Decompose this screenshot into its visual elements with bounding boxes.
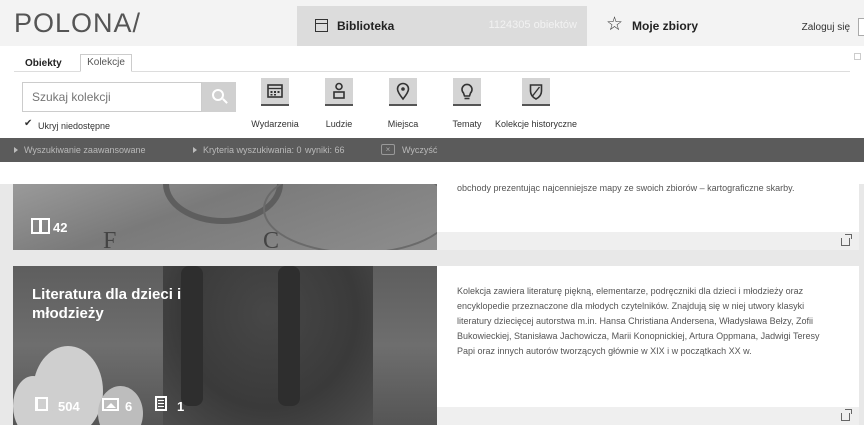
search-criteria[interactable]: Kryteria wyszukiwania: 0 <box>203 145 302 155</box>
category-icon-box <box>325 78 353 106</box>
filter-bar: Wyszukiwanie zaawansowane Kryteria wyszu… <box>0 138 864 162</box>
collection-card-description: Kolekcja zawiera literaturę piękną, elem… <box>437 266 859 407</box>
clear-button[interactable]: Wyczyść <box>402 145 437 155</box>
photo-decoration <box>278 266 300 406</box>
tab-obiekty[interactable]: Obiekty <box>25 58 62 69</box>
calendar-icon <box>267 84 283 98</box>
login-link[interactable]: Zaloguj się <box>802 22 850 33</box>
collection-card-footer <box>437 407 859 425</box>
results-count: wyniki: 66 <box>305 145 345 155</box>
corner-toggle[interactable] <box>854 53 861 60</box>
map-decoration: F <box>103 228 117 250</box>
document-icon <box>155 396 167 411</box>
category-kolekcje-historyczne[interactable]: Kolekcje historyczne <box>495 78 577 129</box>
person-icon <box>333 82 345 99</box>
collection-description: Kolekcja zawiera literaturę piękną, elem… <box>457 286 820 356</box>
hide-unavailable-label: Ukryj niedostępne <box>38 121 111 131</box>
category-icon-box <box>389 78 417 106</box>
book-count: 504 <box>58 399 80 414</box>
category-ludzie[interactable]: Ludzie <box>325 78 353 129</box>
library-icon <box>315 19 328 32</box>
tab-biblioteka[interactable]: Biblioteka 1124305 obiektów <box>297 6 587 46</box>
collection-description: obchody prezentując najcenniejsze mapy z… <box>457 183 795 193</box>
hide-unavailable-checkbox[interactable]: ✔ <box>24 119 32 129</box>
category-miejsca[interactable]: Miejsca <box>388 78 418 129</box>
image-icon <box>102 398 119 411</box>
tab-moje-zbiory[interactable]: ☆ Moje zbiory Zaloguj się <box>588 6 864 46</box>
card-gap <box>0 250 864 266</box>
category-label: Ludzie <box>325 119 353 129</box>
star-icon: ☆ <box>606 14 624 35</box>
chevron-right-icon <box>193 147 197 153</box>
share-icon[interactable] <box>841 409 852 421</box>
category-wydarzenia[interactable]: Wydarzenia <box>251 78 299 129</box>
tab-kolekcje[interactable]: Kolekcje <box>80 54 132 72</box>
search-input[interactable] <box>22 82 202 112</box>
book-icon <box>35 397 48 411</box>
tab-biblioteka-label: Biblioteka <box>337 19 395 33</box>
map-decoration <box>263 184 437 250</box>
clear-icon[interactable]: × <box>381 144 395 155</box>
category-label: Miejsca <box>387 119 419 129</box>
top-header: POLONA/ Biblioteka 1124305 obiektów ☆ Mo… <box>0 0 864 46</box>
polona-logo[interactable]: POLONA/ <box>14 8 141 39</box>
search-icon-handle <box>222 98 228 104</box>
search-panel: Obiekty Kolekcje ✔ Ukryj niedostępne Wyd… <box>0 46 864 138</box>
collection-title[interactable]: Literatura dla dzieci i młodzieży <box>32 285 242 323</box>
document-count: 1 <box>177 399 185 414</box>
collection-card-image[interactable]: F C 42 <box>13 184 437 250</box>
collection-card-description: obchody prezentując najcenniejsze mapy z… <box>437 183 859 232</box>
book-open-icon <box>31 218 50 234</box>
image-count: 6 <box>125 399 133 414</box>
lightbulb-icon <box>461 83 473 100</box>
category-label: Kolekcje historyczne <box>494 119 578 129</box>
share-icon[interactable] <box>841 234 852 246</box>
category-label: Wydarzenia <box>251 119 299 129</box>
category-tematy[interactable]: Tematy <box>452 78 482 129</box>
map-decoration: C <box>263 228 280 250</box>
object-count: 1124305 obiektów <box>488 19 577 31</box>
category-label: Tematy <box>452 119 482 129</box>
tab-moje-zbiory-label: Moje zbiory <box>632 19 699 33</box>
login-field-edge[interactable] <box>858 18 864 36</box>
collection-card-footer <box>437 232 859 250</box>
tab-divider <box>14 71 850 72</box>
category-icon-box <box>453 78 481 106</box>
category-icon-box <box>522 78 550 106</box>
chevron-right-icon <box>14 147 18 153</box>
location-pin-icon <box>396 82 410 101</box>
book-count: 42 <box>53 220 68 235</box>
advanced-search-link[interactable]: Wyszukiwanie zaawansowane <box>24 145 145 155</box>
shield-icon <box>529 84 543 100</box>
search-button[interactable] <box>202 82 236 112</box>
category-icon-box <box>261 78 289 106</box>
